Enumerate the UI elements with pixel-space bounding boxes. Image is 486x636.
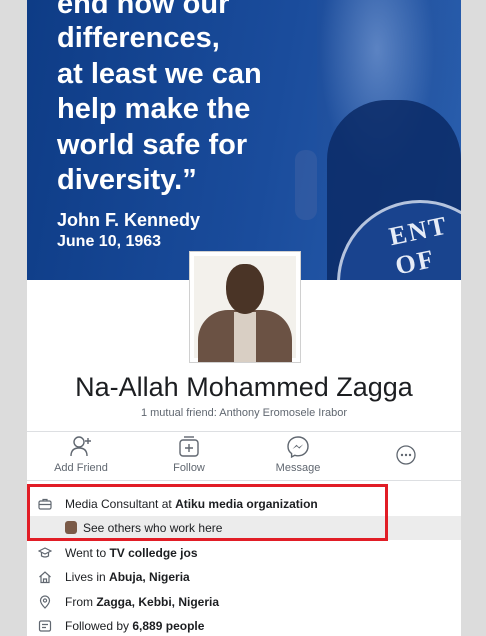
- add-friend-label: Add Friend: [54, 462, 108, 474]
- message-label: Message: [275, 462, 321, 474]
- followed-row[interactable]: Followed by 6,889 people: [27, 614, 461, 636]
- profile-picture-head: [226, 264, 264, 314]
- messenger-icon: [287, 436, 309, 459]
- cover-quote-line: world safe for: [57, 128, 248, 161]
- work-prefix: Media Consultant at: [65, 497, 176, 511]
- work-text: Media Consultant at Atiku media organiza…: [65, 497, 318, 511]
- education-school[interactable]: TV colledge jos: [109, 546, 197, 560]
- education-row[interactable]: Went to TV colledge jos: [27, 541, 461, 565]
- profile-card: ENT OF end now our differences, at least…: [27, 0, 461, 636]
- briefcase-icon: [38, 498, 52, 510]
- work-organization[interactable]: Atiku media organization: [175, 497, 318, 511]
- mutual-friends[interactable]: 1 mutual friend: Anthony Eromosele Irabo…: [27, 407, 461, 419]
- education-prefix: Went to: [65, 546, 110, 560]
- cover-attribution-name: John F. Kennedy: [57, 210, 201, 230]
- from-row[interactable]: From Zagga, Kebbi, Nigeria: [27, 590, 461, 614]
- follow-button[interactable]: Follow: [144, 432, 234, 480]
- graduation-cap-icon: [38, 547, 52, 558]
- profile-picture[interactable]: [189, 251, 301, 363]
- profile-picture-shirt: [234, 312, 256, 362]
- cover-microphone: [295, 150, 317, 220]
- from-place[interactable]: Zagga, Kebbi, Nigeria: [96, 595, 219, 609]
- lives-text: Lives in Abuja, Nigeria: [65, 570, 190, 584]
- location-pin-icon: [39, 595, 51, 609]
- add-friend-icon: [70, 436, 91, 457]
- more-options-button[interactable]: [361, 432, 451, 480]
- cover-attribution-date: June 10, 1963: [57, 233, 162, 250]
- cover-quote-line: at least we can: [57, 57, 262, 90]
- from-prefix: From: [65, 595, 97, 609]
- from-text: From Zagga, Kebbi, Nigeria: [65, 595, 219, 609]
- home-icon: [39, 571, 51, 584]
- see-others-text: See others who work here: [83, 521, 223, 535]
- cover-quote-top: end now our: [57, 0, 230, 20]
- more-icon: [396, 445, 416, 465]
- profile-name: Na-Allah Mohammed Zagga: [75, 372, 413, 402]
- followed-count[interactable]: 6,889 people: [132, 619, 204, 633]
- coworker-avatar: [65, 521, 77, 534]
- work-row[interactable]: Media Consultant at Atiku media organiza…: [27, 492, 461, 516]
- cover-quote-line: diversity.”: [57, 164, 197, 196]
- education-text: Went to TV colledge jos: [65, 546, 198, 560]
- lives-prefix: Lives in: [65, 570, 110, 584]
- see-others-row[interactable]: See others who work here: [27, 516, 461, 540]
- cover-quote: differences, at least we can help make t…: [57, 21, 262, 199]
- lives-place[interactable]: Abuja, Nigeria: [109, 570, 190, 584]
- follow-label: Follow: [173, 462, 205, 474]
- add-friend-button[interactable]: Add Friend: [36, 432, 126, 480]
- lives-row[interactable]: Lives in Abuja, Nigeria: [27, 565, 461, 589]
- cover-quote-line: help make the: [57, 93, 251, 125]
- cover-quote-line: differences,: [57, 22, 220, 54]
- action-bar: Add Friend Follow Message: [27, 431, 461, 481]
- follow-icon: [179, 436, 199, 457]
- cover-photo[interactable]: ENT OF end now our differences, at least…: [27, 0, 461, 280]
- followed-prefix: Followed by: [65, 619, 133, 633]
- followers-icon: [38, 620, 52, 632]
- followed-text: Followed by 6,889 people: [65, 619, 204, 633]
- message-button[interactable]: Message: [253, 432, 343, 480]
